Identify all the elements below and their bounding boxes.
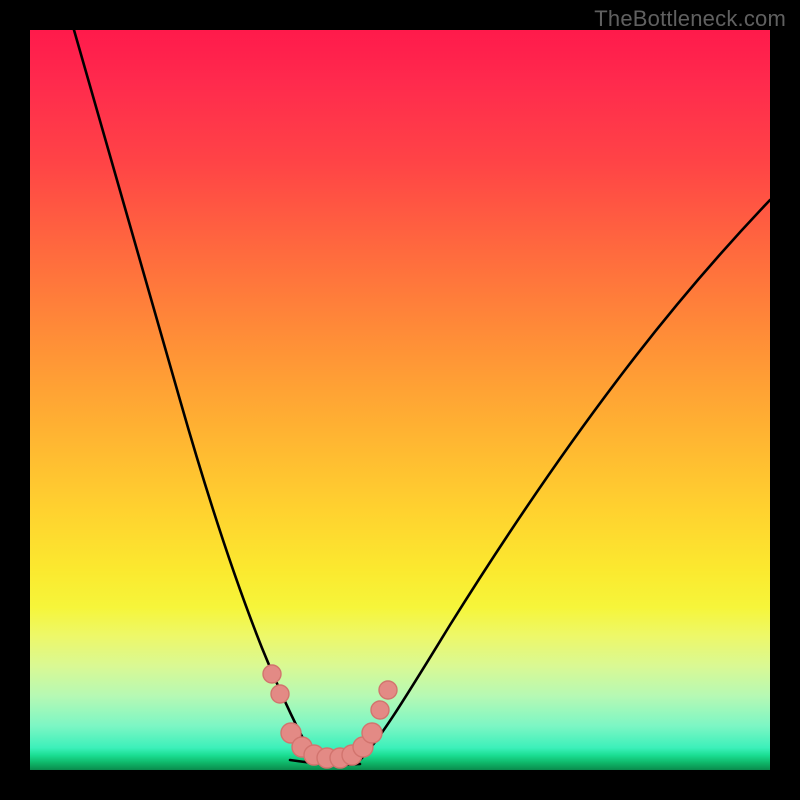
marker-dot	[371, 701, 389, 719]
marker-dot	[271, 685, 289, 703]
marker-group	[263, 665, 397, 768]
plot-area	[30, 30, 770, 770]
watermark-text: TheBottleneck.com	[594, 6, 786, 32]
curve-right-branch	[360, 200, 770, 760]
marker-dot	[362, 723, 382, 743]
chart-frame: TheBottleneck.com	[0, 0, 800, 800]
marker-dot	[263, 665, 281, 683]
curve-left-branch	[74, 30, 324, 762]
marker-dot	[379, 681, 397, 699]
curve-layer	[30, 30, 770, 770]
